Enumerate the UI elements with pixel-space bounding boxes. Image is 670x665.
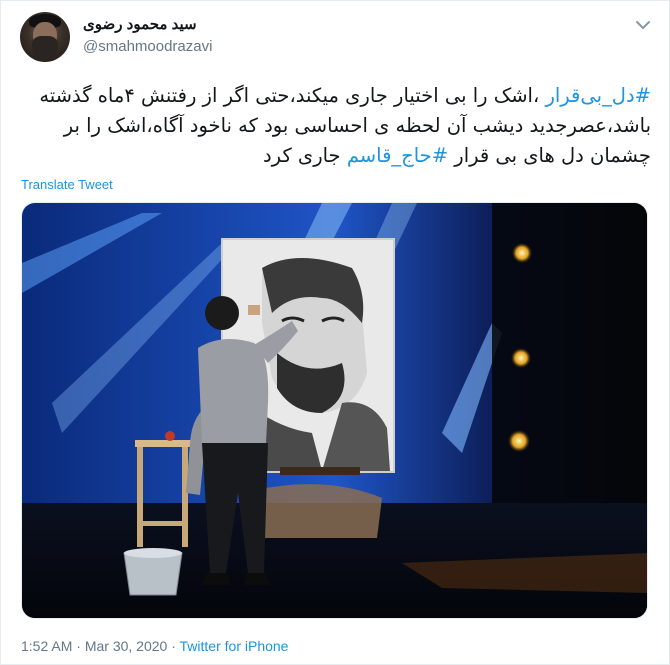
tweet-date[interactable]: Mar 30, 2020 — [85, 638, 168, 654]
meta-separator: · — [167, 638, 180, 654]
avatar-beard — [32, 36, 58, 58]
translate-tweet-link[interactable]: Translate Tweet — [21, 177, 113, 192]
tweet-source-link[interactable]: Twitter for iPhone — [180, 638, 289, 654]
user-handle[interactable]: @smahmoodrazavi — [83, 38, 212, 55]
tweet-text: #دل_بی‌قرار ،اشک را بی اختیار جاری میکند… — [21, 81, 651, 171]
tweet-media-image[interactable] — [21, 202, 648, 619]
tweet-meta: 1:52 AM · Mar 30, 2020 · Twitter for iPh… — [21, 638, 288, 654]
display-name[interactable]: سید محمود رضوی — [83, 15, 197, 33]
chevron-down-icon[interactable] — [633, 15, 653, 35]
hashtag-link[interactable]: #حاج_قاسم — [347, 144, 448, 167]
tweet-text-part: جاری کرد — [263, 144, 347, 167]
hashtag-link[interactable]: #دل_بی‌قرار — [545, 84, 651, 107]
tweet-time[interactable]: 1:52 AM — [21, 638, 72, 654]
tweet-card: سید محمود رضوی @smahmoodrazavi #دل_بی‌قر… — [0, 0, 670, 665]
meta-separator: · — [72, 638, 85, 654]
avatar[interactable] — [20, 12, 70, 62]
